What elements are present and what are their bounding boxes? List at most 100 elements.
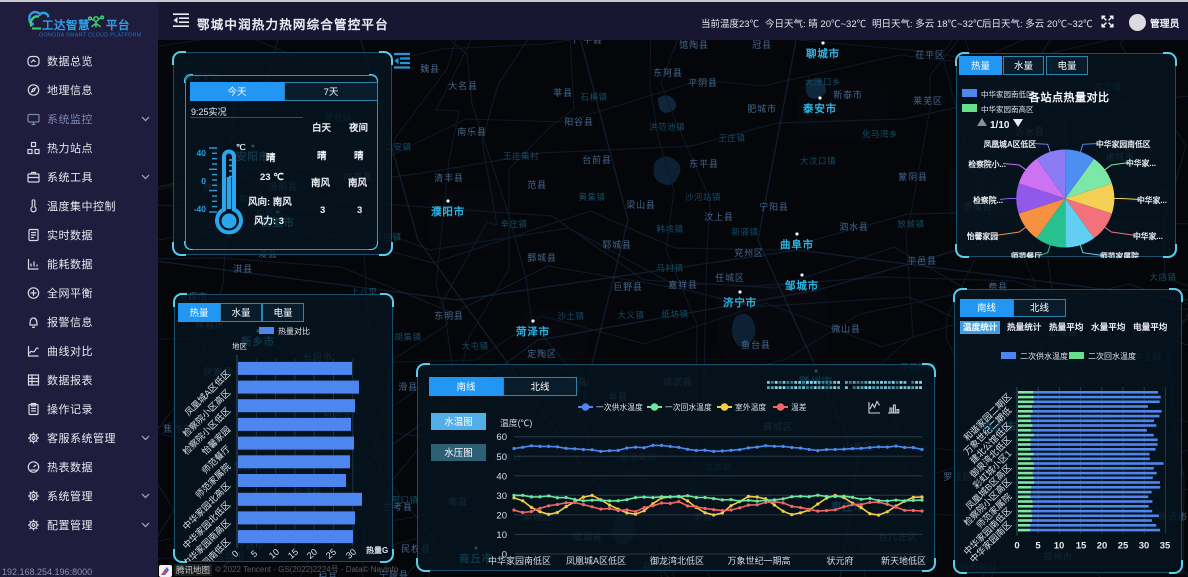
svg-text:辛庄镇: 辛庄镇 <box>500 219 527 229</box>
svg-text:化马湾乡: 化马湾乡 <box>862 129 898 139</box>
svg-text:大汶口镇: 大汶口镇 <box>800 156 836 166</box>
svg-text:GONGDA SMART CLOUD PLATFORM: GONGDA SMART CLOUD PLATFORM <box>39 33 141 39</box>
svg-text:黄集镇: 黄集镇 <box>578 192 605 202</box>
svg-text:60: 60 <box>496 432 507 443</box>
svg-text:濮阳市: 濮阳市 <box>431 205 465 218</box>
svg-text:兖州区: 兖州区 <box>734 247 763 258</box>
svg-text:蒙阴县: 蒙阴县 <box>898 171 927 182</box>
svg-text:石横镇: 石横镇 <box>580 92 607 102</box>
svg-text:大义镇: 大义镇 <box>617 310 644 320</box>
svg-text:状元府: 状元府 <box>826 555 853 566</box>
svg-text:二次回水温度: 二次回水温度 <box>1088 351 1136 361</box>
svg-text:巨野县: 巨野县 <box>613 282 642 292</box>
svg-text:中华家...: 中华家... <box>1137 195 1167 205</box>
svg-text:马村镇: 马村镇 <box>656 263 683 273</box>
svg-text:大屯镇: 大屯镇 <box>461 341 488 351</box>
svg-text:中华家园南低区: 中华家园南低区 <box>1096 139 1151 149</box>
svg-text:50: 50 <box>496 452 507 463</box>
svg-text:嘉祥县: 嘉祥县 <box>668 279 697 290</box>
svg-text:怡馨家园: 怡馨家园 <box>967 231 998 241</box>
svg-text:东阿县: 东阿县 <box>653 67 682 78</box>
svg-text:师范餐厅: 师范餐厅 <box>1011 251 1042 258</box>
svg-text:鱼台县: 鱼台县 <box>741 339 770 350</box>
svg-text:中华家园南低区: 中华家园南低区 <box>488 555 551 566</box>
svg-text:凤凰城A区低区: 凤凰城A区低区 <box>984 139 1037 149</box>
svg-text:茌平区: 茌平区 <box>915 50 944 60</box>
svg-text:胡集镇: 胡集镇 <box>394 332 421 342</box>
svg-text:东明县: 东明县 <box>434 310 463 321</box>
svg-text:菏泽市: 菏泽市 <box>516 325 550 338</box>
svg-text:中华家...: 中华家... <box>1133 231 1163 241</box>
svg-text:梁山县: 梁山县 <box>626 199 655 210</box>
svg-text:0: 0 <box>201 176 206 186</box>
svg-text:阳谷县: 阳谷县 <box>564 117 593 127</box>
svg-text:检察院...: 检察院... <box>973 195 1003 205</box>
svg-text:新驿镇: 新驿镇 <box>731 227 758 237</box>
svg-text:30: 30 <box>1139 541 1150 552</box>
svg-text:5: 5 <box>249 548 259 559</box>
svg-text:10: 10 <box>1054 541 1065 552</box>
svg-text:各站点热量对比: 各站点热量对比 <box>1028 90 1110 104</box>
svg-text:万象世纪一期高: 万象世纪一期高 <box>727 555 790 566</box>
svg-text:冠县: 冠县 <box>752 40 772 50</box>
svg-text:20: 20 <box>1097 541 1108 552</box>
svg-text:清丰县: 清丰县 <box>434 172 463 183</box>
svg-text:邹城市: 邹城市 <box>784 279 819 292</box>
svg-text:25: 25 <box>324 547 338 561</box>
svg-text:30: 30 <box>496 491 507 502</box>
svg-text:东平县: 东平县 <box>689 158 718 169</box>
svg-text:平邑县: 平邑县 <box>907 256 936 266</box>
svg-text:20: 20 <box>305 547 319 561</box>
svg-text:郓城县: 郓城县 <box>602 240 631 250</box>
svg-text:魏县: 魏县 <box>420 63 440 74</box>
svg-text:二次供水温度: 二次供水温度 <box>1020 351 1068 361</box>
svg-text:肥城市: 肥城市 <box>747 103 776 114</box>
svg-text:莱芜区: 莱芜区 <box>913 95 942 106</box>
svg-text:沙河站镇: 沙河站镇 <box>685 192 721 202</box>
svg-text:0: 0 <box>230 548 240 559</box>
svg-text:王庄集村: 王庄集村 <box>503 151 539 161</box>
svg-text:一次供水温度: 一次供水温度 <box>596 402 643 412</box>
svg-text:王庄镇: 王庄镇 <box>718 133 745 143</box>
svg-text:25: 25 <box>1118 541 1129 552</box>
svg-text:大津口乡: 大津口乡 <box>805 77 841 87</box>
svg-text:热量对比: 热量对比 <box>278 326 310 336</box>
svg-text:40: 40 <box>496 471 507 482</box>
svg-text:新泰市: 新泰市 <box>833 89 862 100</box>
svg-text:宁阳县: 宁阳县 <box>759 201 788 212</box>
svg-text:师范家属院: 师范家属院 <box>1100 251 1139 258</box>
svg-text:微山县: 微山县 <box>831 323 860 334</box>
svg-text:洪范池镇: 洪范池镇 <box>649 122 685 132</box>
svg-text:0: 0 <box>1014 541 1019 552</box>
svg-text:泗水县: 泗水县 <box>839 221 868 232</box>
svg-text:1/10: 1/10 <box>990 120 1010 131</box>
svg-text:℃: ℃ <box>236 142 246 152</box>
svg-text:40: 40 <box>197 148 207 158</box>
svg-text:韩垓镇: 韩垓镇 <box>656 224 683 234</box>
svg-text:一次回水温度: 一次回水温度 <box>665 402 712 412</box>
svg-text:10: 10 <box>496 530 507 541</box>
svg-text:平台: 平台 <box>106 18 130 32</box>
svg-text:-40: -40 <box>194 204 207 214</box>
svg-text:聊城市: 聊城市 <box>806 47 840 60</box>
svg-text:定陶区: 定陶区 <box>527 348 556 359</box>
svg-text:台前县: 台前县 <box>582 154 611 165</box>
svg-text:中华家...: 中华家... <box>1126 158 1156 168</box>
svg-text:沙土镇: 沙土镇 <box>557 311 584 321</box>
svg-text:温差: 温差 <box>791 402 807 412</box>
svg-text:20: 20 <box>496 510 507 521</box>
svg-text:工达智慧: 工达智慧 <box>42 18 90 32</box>
svg-text:淇县: 淇县 <box>233 264 253 274</box>
svg-text:曲阜市: 曲阜市 <box>780 238 814 251</box>
svg-text:30: 30 <box>344 547 358 561</box>
svg-text:5: 5 <box>1035 541 1041 552</box>
svg-text:广平县: 广平县 <box>573 40 602 45</box>
svg-text:范县: 范县 <box>527 179 547 190</box>
svg-text:御龙湾北低区: 御龙湾北低区 <box>650 555 704 566</box>
svg-text:泰安市: 泰安市 <box>802 102 837 115</box>
svg-text:莘县: 莘县 <box>553 87 573 98</box>
svg-text:35: 35 <box>1160 541 1171 552</box>
svg-text:纸坊镇: 纸坊镇 <box>661 309 688 319</box>
svg-text:室外温度: 室外温度 <box>735 402 766 412</box>
svg-text:15: 15 <box>1076 541 1087 552</box>
